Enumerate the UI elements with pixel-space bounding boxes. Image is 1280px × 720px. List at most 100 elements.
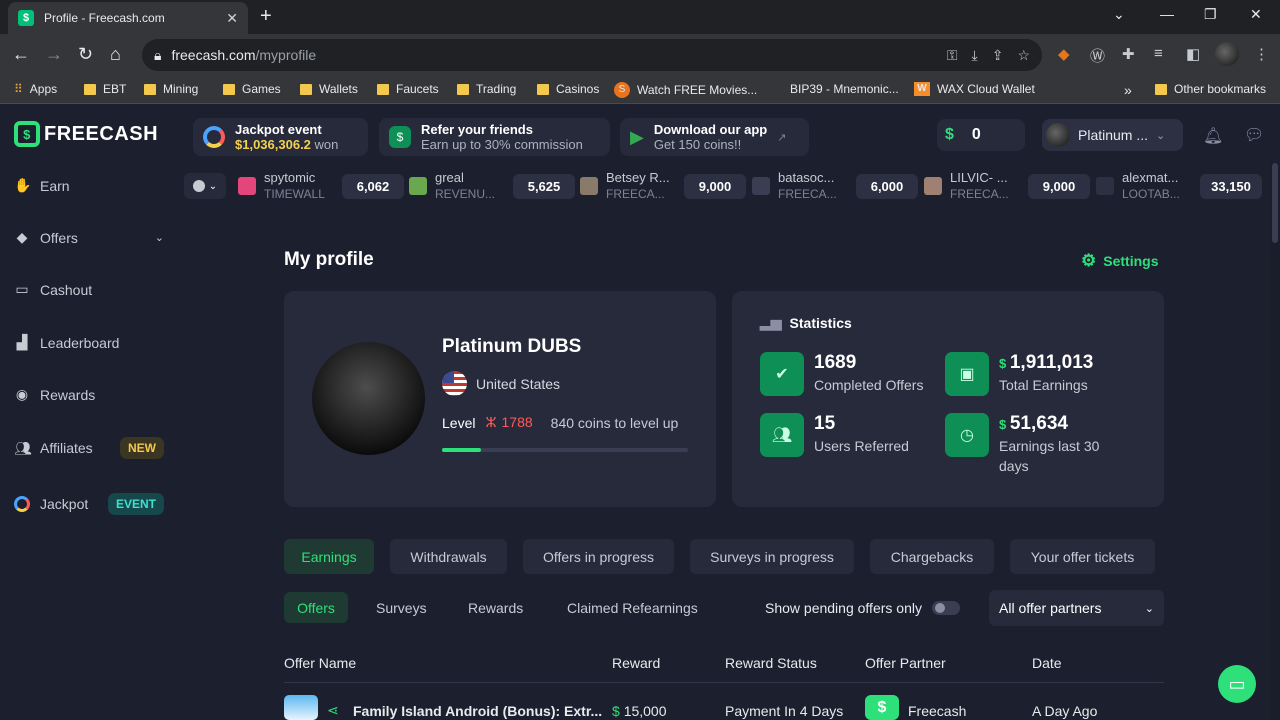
coin-icon: $ (999, 356, 1010, 371)
tab-earnings[interactable]: Earnings (284, 539, 374, 574)
user-avatar (1046, 123, 1070, 147)
sidebar-item-earn[interactable]: ✋ Earn (14, 177, 164, 194)
bookmark-apps[interactable]: ⠿ Apps (14, 82, 57, 96)
bookmarks-overflow-icon[interactable]: » (1124, 82, 1132, 98)
offer-partner-select[interactable]: All offer partners ⌄ (989, 590, 1164, 626)
bookmark-folder[interactable]: EBT (84, 82, 126, 96)
subtab-rewards[interactable]: Rewards (468, 592, 523, 623)
forward-icon[interactable]: → (45, 44, 63, 65)
tab-offers-in-progress[interactable]: Offers in progress (523, 539, 674, 574)
bookmark-folder[interactable]: Wallets (300, 82, 358, 96)
bookmark-folder[interactable]: Mining (144, 82, 198, 96)
home-icon[interactable]: ⌂ (110, 44, 121, 65)
toggle-switch[interactable] (931, 600, 960, 615)
menu-icon[interactable]: ⋮ (1254, 45, 1269, 63)
bell-icon[interactable]: 🔔︎ (1203, 126, 1223, 146)
folder-icon (377, 83, 389, 95)
bookmark-folder[interactable]: Games (223, 82, 281, 96)
feed-amount: 33,150 (1200, 173, 1262, 199)
media-icon[interactable]: ≡ (1154, 45, 1163, 62)
feed-filter-dropdown[interactable]: ⌄ (184, 173, 226, 199)
star-icon[interactable]: ☆ (1017, 47, 1030, 64)
reload-icon[interactable]: ↻ (78, 44, 93, 65)
event-badge: EVENT (107, 493, 164, 515)
coin-balance[interactable]: $0 (937, 119, 1025, 151)
sidebar-item-leaderboard[interactable]: ▟ Leaderboard (14, 334, 164, 351)
metamask-icon[interactable]: ◆ (1058, 45, 1070, 63)
scrollbar-thumb[interactable] (1272, 163, 1278, 243)
url-host: freecash.com (171, 47, 256, 63)
pending-offers-toggle[interactable]: Show pending offers only (765, 592, 960, 623)
minimize-icon[interactable]: — (1160, 6, 1174, 22)
live-feed-item[interactable]: batasoc... FREECA... 6,000 (752, 170, 918, 201)
tab-offer-tickets[interactable]: Your offer tickets (1010, 539, 1155, 574)
live-feed-item[interactable]: greal REVENU... 5,625 (409, 170, 575, 201)
bookmark-folder[interactable]: Trading (457, 82, 516, 96)
chat-toggle-icon[interactable]: 💬︎ (1244, 125, 1264, 145)
profile-avatar-icon[interactable] (1215, 42, 1239, 66)
tab-surveys-in-progress[interactable]: Surveys in progress (690, 539, 854, 574)
sidebar-item-rewards[interactable]: ◉ Rewards (14, 386, 164, 403)
app-promo[interactable]: ▶ Download our app Get 150 coins!! ↗ (620, 118, 809, 156)
tab-chargebacks[interactable]: Chargebacks (870, 539, 994, 574)
freecash-logo[interactable]: $ FREECASH (14, 121, 158, 147)
podium-icon: ▟ (16, 334, 28, 350)
page-scrollbar[interactable] (1270, 163, 1280, 720)
stat-total-earnings: ▣ $ 1,911,013 Total Earnings (945, 352, 1145, 396)
install-icon[interactable]: ⤓ (972, 47, 978, 64)
tab-search-icon[interactable]: ⌄ (1113, 6, 1125, 23)
offer-name: Family Island Android (Bonus): Extr... (353, 703, 603, 719)
sidebar-item-cashout[interactable]: ▭ Cashout (14, 281, 164, 298)
maximize-icon[interactable]: ❐ (1204, 6, 1217, 23)
user-dropdown[interactable]: Platinum ... ⌄ (1042, 119, 1183, 151)
browser-tab[interactable]: $ Profile - Freecash.com ✕ (8, 2, 248, 34)
sidebar-item-offers[interactable]: ◆ Offers ⌄ (14, 229, 164, 246)
settings-link[interactable]: ⚙ Settings (1081, 251, 1158, 271)
browser-tabbar: $ Profile - Freecash.com ✕ + ⌄ — ❐ ✕ (0, 0, 1280, 34)
bookmark-link[interactable]: W WAX Cloud Wallet (914, 82, 1035, 96)
bookmark-folder[interactable]: Casinos (537, 82, 599, 96)
tab-title: Profile - Freecash.com (44, 11, 165, 25)
other-bookmarks[interactable]: Other bookmarks (1155, 82, 1266, 96)
url-path: /myprofile (255, 47, 317, 63)
close-tab-icon[interactable]: ✕ (226, 10, 238, 27)
live-feed-item[interactable]: Betsey R... FREECA... 9,000 (580, 170, 746, 201)
tab-withdrawals[interactable]: Withdrawals (390, 539, 507, 574)
address-bar[interactable]: 🔒︎ freecash.com/myprofile ⚿ ⤓ ⇪ ☆ (142, 39, 1042, 71)
bookmark-link[interactable]: S Watch FREE Movies... (614, 82, 757, 98)
share-icon[interactable]: ⇪ (992, 47, 1004, 64)
sidepanel-icon[interactable]: ◧ (1186, 45, 1200, 63)
support-chat-button[interactable]: ▭ (1218, 665, 1256, 703)
money-bag-icon: $ (389, 126, 411, 148)
clock-icon: ◷ (945, 413, 989, 457)
freecash-favicon-icon: $ (18, 10, 34, 26)
coin-icon: $ (999, 417, 1010, 432)
subtab-claimed-refearnings[interactable]: Claimed Refearnings (567, 592, 698, 623)
live-feed-item[interactable]: LILVIC- ... FREECA... 9,000 (924, 170, 1090, 201)
wax-extension-icon[interactable]: Ⓦ (1090, 45, 1105, 66)
sidebar-item-affiliates[interactable]: 👥︎ Affiliates NEW (14, 437, 164, 459)
bookmark-link[interactable]: BIP39 - Mnemonic... (790, 82, 899, 96)
subtab-offers[interactable]: Offers (284, 592, 348, 623)
window-close-icon[interactable]: ✕ (1250, 6, 1262, 23)
live-feed-item[interactable]: spytomic TIMEWALL 6,062 (238, 170, 404, 201)
refer-promo[interactable]: $ Refer your friends Earn up to 30% commi… (379, 118, 610, 156)
external-link-icon: ↗ (777, 131, 787, 144)
bookmark-folder[interactable]: Faucets (377, 82, 439, 96)
tag-icon: ◆ (16, 229, 28, 245)
page-title: My profile (284, 249, 374, 270)
new-tab-icon[interactable]: + (260, 5, 272, 28)
back-icon[interactable]: ← (12, 44, 30, 65)
user-avatar (1096, 177, 1114, 195)
extensions-icon[interactable]: ✚ (1122, 45, 1135, 63)
coin-icon: $ (612, 703, 624, 719)
sidebar-item-jackpot[interactable]: Jackpot EVENT (14, 493, 164, 515)
subtab-surveys[interactable]: Surveys (376, 592, 427, 623)
offer-reward: $ 15,000 (612, 703, 667, 719)
jackpot-promo[interactable]: Jackpot event $1,036,306.2 won (193, 118, 368, 156)
live-feed-item[interactable]: alexmat... LOOTAB... 33,150 (1096, 170, 1262, 201)
freecash-partner-icon: $ (865, 695, 899, 720)
sidebar (0, 105, 177, 720)
key-icon[interactable]: ⚿ (947, 47, 958, 64)
stat-earnings-30-days: ◷ $ 51,634 Earnings last 30 days (945, 413, 1115, 476)
